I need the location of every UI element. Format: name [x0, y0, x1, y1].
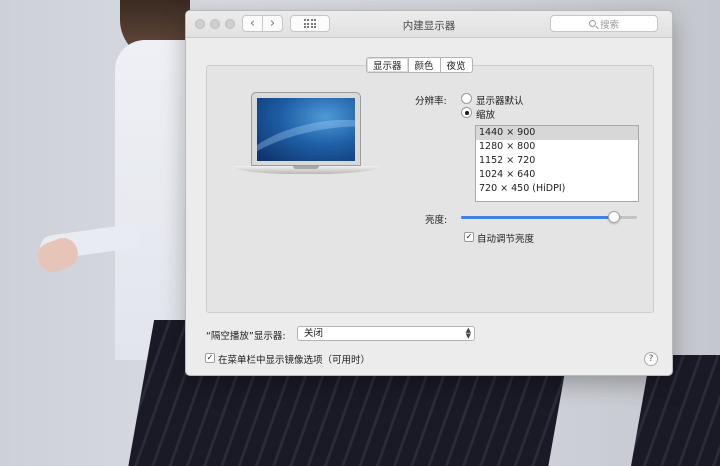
checkmark-icon: ✓ — [465, 232, 473, 241]
brightness-slider[interactable] — [461, 211, 637, 223]
mirroring-options-label: 在菜单栏中显示镜像选项（可用时） — [218, 355, 371, 366]
laptop-notch — [293, 166, 319, 169]
auto-brightness-checkbox[interactable]: ✓ — [464, 232, 474, 242]
radio-default-for-display[interactable] — [461, 93, 472, 104]
resolution-item[interactable]: 1024 × 640 — [476, 168, 638, 182]
search-placeholder: 搜索 — [599, 19, 619, 31]
display-settings-panel: 分辨率: 显示器默认 缩放 1440 × 900 1280 × 800 1152… — [206, 65, 654, 313]
display-preferences-window: ‹ › 内建显示器 搜索 显示器 颜色 夜览 分辨率: 显示器默认 缩放 144… — [185, 10, 673, 376]
airplay-display-popup[interactable]: 关闭 ▲ ▼ — [297, 326, 475, 341]
tab-display[interactable]: 显示器 — [366, 57, 409, 73]
laptop-screen — [257, 98, 355, 161]
radio-scaled[interactable] — [461, 107, 472, 118]
tab-bar: 显示器 颜色 夜览 — [366, 57, 473, 73]
title-bar[interactable]: ‹ › 内建显示器 搜索 — [186, 11, 672, 38]
mirroring-options-checkbox[interactable]: ✓ — [205, 353, 215, 363]
auto-brightness-label: 自动调节亮度 — [477, 234, 535, 245]
resolution-list[interactable]: 1440 × 900 1280 × 800 1152 × 720 1024 × … — [475, 125, 639, 202]
search-icon — [588, 20, 596, 27]
resolution-item[interactable]: 1280 × 800 — [476, 140, 638, 154]
help-icon: ? — [648, 354, 654, 364]
brightness-slider-fill — [461, 216, 615, 219]
brightness-label: 亮度: — [425, 215, 448, 226]
macbook-air-icon — [233, 92, 379, 188]
checkmark-icon: ✓ — [206, 353, 214, 362]
search-field[interactable]: 搜索 — [550, 15, 658, 32]
help-button[interactable]: ? — [644, 352, 658, 366]
radio-default-label: 显示器默认 — [476, 96, 524, 107]
radio-scaled-label: 缩放 — [476, 110, 496, 121]
airplay-display-value: 关闭 — [304, 328, 324, 339]
resolution-item[interactable]: 1440 × 900 — [476, 126, 638, 140]
resolution-label: 分辨率: — [415, 96, 447, 107]
laptop-lid — [251, 92, 361, 166]
brightness-slider-knob[interactable] — [608, 211, 621, 223]
popup-arrows-icon: ▲ ▼ — [465, 326, 471, 340]
airplay-display-label: “隔空播放”显示器: — [206, 331, 286, 342]
resolution-item[interactable]: 720 × 450 (HiDPI) — [476, 182, 638, 196]
tab-night-shift[interactable]: 夜览 — [439, 57, 473, 73]
resolution-item[interactable]: 1152 × 720 — [476, 154, 638, 168]
tab-color[interactable]: 颜色 — [407, 57, 441, 73]
